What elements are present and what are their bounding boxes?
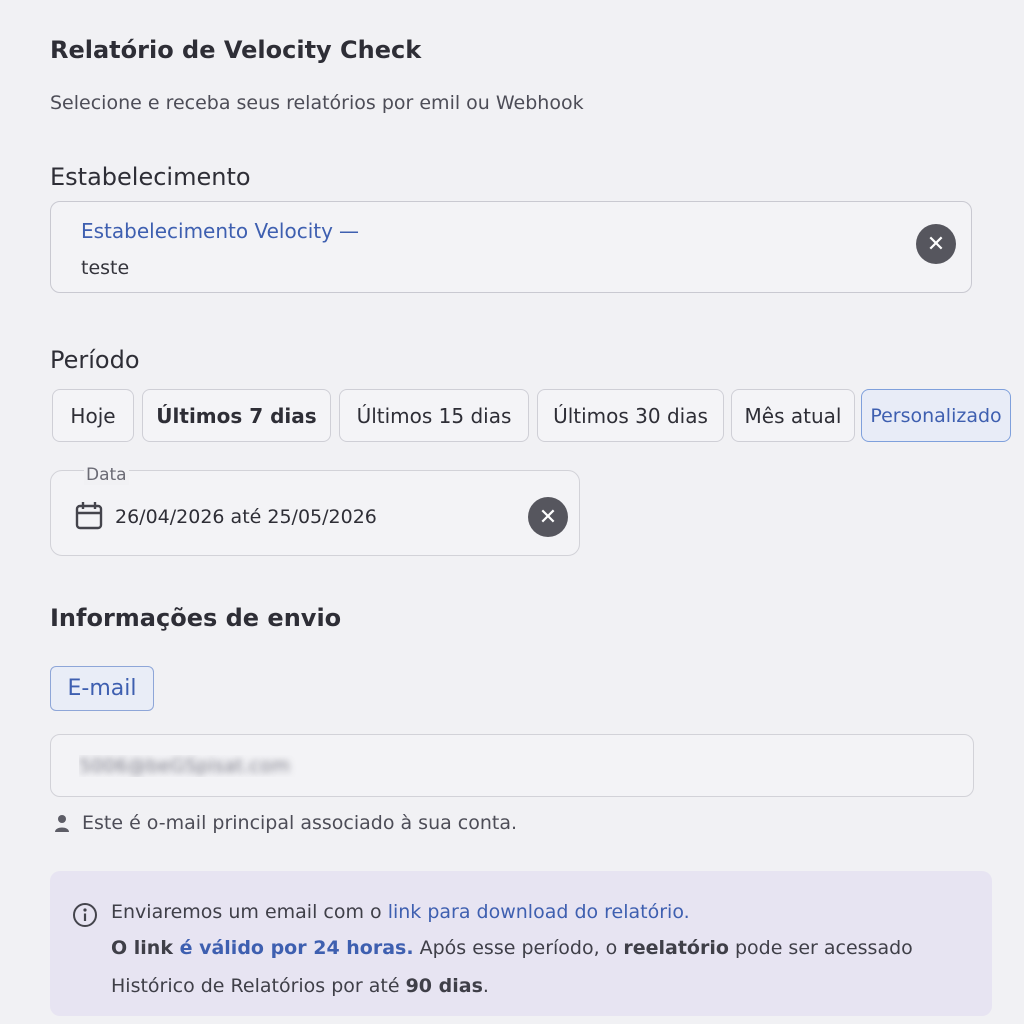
info-text: . (683, 901, 690, 923)
period-option-30-dias[interactable]: Últimos 30 dias (537, 389, 724, 442)
info-text: Após esse período, o (413, 937, 624, 959)
info-icon (73, 903, 97, 927)
establishment-detail: teste (81, 257, 130, 279)
calendar-icon (75, 502, 103, 530)
period-option-mes-atual[interactable]: Mês atual (731, 389, 855, 442)
info-text-bold: 90 dias (405, 975, 483, 997)
info-text-bold: reelatório (623, 937, 729, 959)
period-section-title: Período (50, 346, 140, 374)
info-text: pode ser acessado (728, 937, 913, 959)
info-line-2: O link é válido por 24 horas. Após esse … (111, 937, 913, 959)
info-text: Histórico de Relatórios por até (111, 975, 406, 997)
info-line-1: Enviaremos um email com o link para down… (111, 901, 690, 923)
info-line-3: Histórico de Relatórios por até 90 dias. (111, 975, 489, 997)
email-hint: Este é o-mail principal associado à sua … (54, 812, 517, 834)
date-range-field[interactable]: 26/04/2026 até 25/05/2026 ✕ (50, 470, 580, 556)
info-text-bold: é válido por 24 horas. (172, 937, 414, 959)
close-circle-icon[interactable]: ✕ (528, 497, 568, 537)
email-field[interactable] (50, 734, 974, 797)
info-text: Enviaremos um email com o (111, 901, 388, 923)
delivery-section-title: Informações de envio (50, 604, 342, 632)
establishment-select[interactable]: Estabelecimento Velocity — teste ✕ (50, 201, 972, 293)
period-option-15-dias[interactable]: Últimos 15 dias (339, 389, 529, 442)
page-title: Relatório de Velocity Check (50, 36, 422, 64)
period-option-personalizado[interactable]: Personalizado (861, 389, 1011, 442)
info-text-bold: O link (111, 937, 173, 959)
date-field-label: Data (84, 465, 129, 485)
establishment-name-text: Estabelecimento Velocity (81, 219, 333, 243)
close-circle-icon[interactable]: ✕ (916, 224, 956, 264)
period-option-hoje[interactable]: Hoje (52, 389, 134, 442)
info-text: . (482, 975, 489, 997)
date-range-value: 26/04/2026 até 25/05/2026 (115, 506, 377, 528)
download-link-text: link para download do relatório (387, 901, 684, 923)
email-hint-text: Este é o-mail principal associado à sua … (82, 812, 518, 834)
establishment-section-title: Estabelecimento (50, 163, 251, 191)
establishment-separator: — (338, 219, 359, 243)
page-subtitle: Selecione e receba seus relatórios por e… (50, 92, 584, 114)
period-option-7-dias[interactable]: Últimos 7 dias (142, 389, 331, 442)
establishment-name: Estabelecimento Velocity — (81, 219, 359, 243)
user-icon (55, 815, 69, 832)
tab-email[interactable]: E-mail (50, 666, 154, 711)
info-box: Enviaremos um email com o link para down… (50, 871, 992, 1016)
